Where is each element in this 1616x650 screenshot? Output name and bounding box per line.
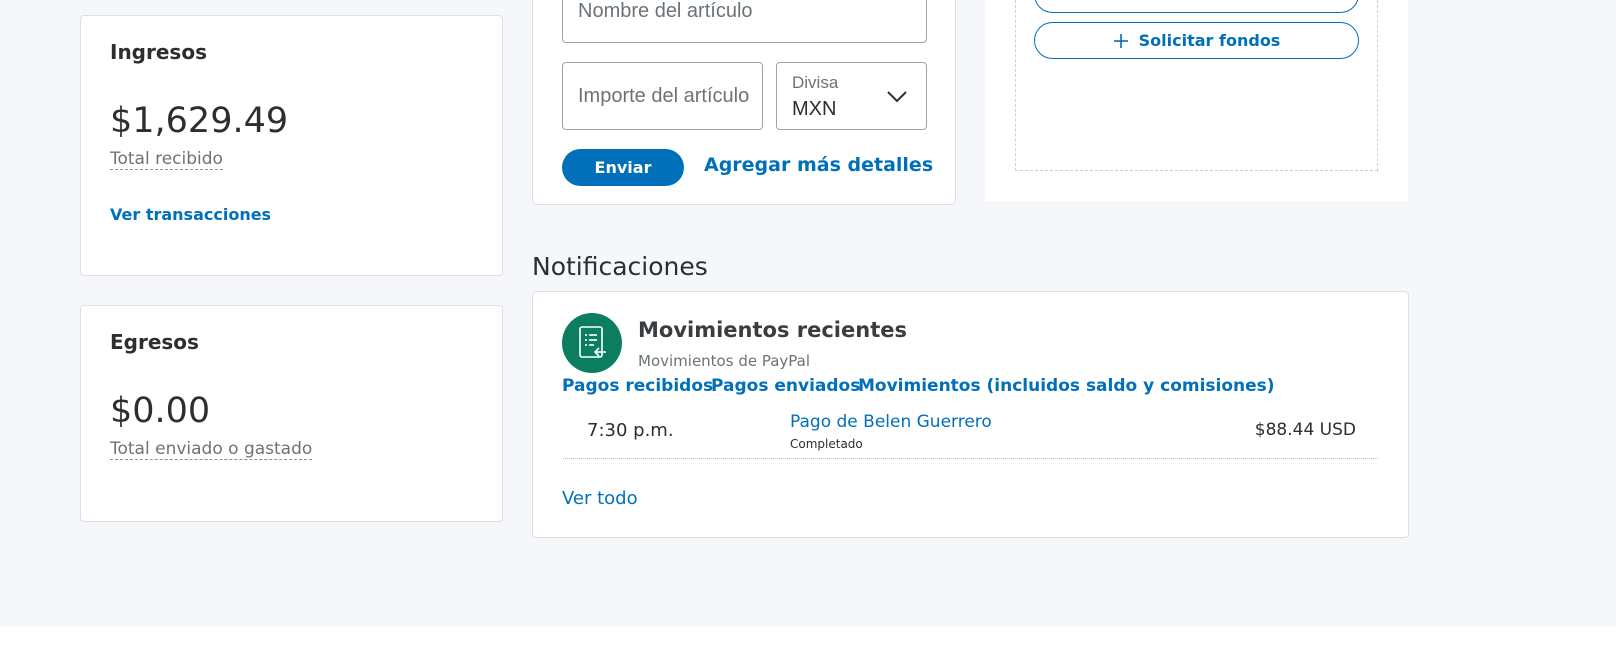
item-name-placeholder: Nombre del artículo	[578, 0, 753, 22]
tab-payments-received[interactable]: Pagos recibidos	[562, 376, 713, 396]
request-form-card: Nombre del artículo Importe del artículo…	[532, 0, 956, 205]
transaction-amount: $88.44 USD	[1254, 420, 1356, 440]
expense-amount: $0.00	[110, 391, 211, 431]
row-divider	[563, 458, 1378, 459]
table-row[interactable]: 7:30 p.m. Pago de Belen Guerrero Complet…	[563, 410, 1378, 460]
item-amount-field[interactable]: Importe del artículo	[562, 62, 763, 130]
tab-payments-sent[interactable]: Pagos enviados	[711, 376, 860, 396]
income-card: Ingresos $1,629.49 Total recibido Ver tr…	[80, 15, 503, 276]
expense-amount-label[interactable]: Total enviado o gastado	[110, 439, 313, 460]
view-all-link[interactable]: Ver todo	[562, 488, 638, 509]
recent-activity-card: Movimientos recientes Movimientos de Pay…	[532, 291, 1409, 538]
notifications-title: Notificaciones	[532, 252, 708, 281]
currency-select[interactable]: Divisa MXN	[776, 62, 927, 130]
send-button[interactable]: Enviar	[562, 149, 684, 186]
expense-card: Egresos $0.00 Total enviado o gastado	[80, 305, 503, 522]
recent-activity-subtitle: Movimientos de PayPal	[638, 352, 811, 370]
plus-icon	[1113, 33, 1128, 48]
request-funds-button[interactable]: Solicitar fondos	[1034, 22, 1359, 59]
income-title: Ingresos	[110, 40, 207, 64]
income-amount-label[interactable]: Total recibido	[110, 149, 223, 170]
request-funds-label: Solicitar fondos	[1138, 31, 1281, 50]
transaction-status: Completado	[790, 437, 863, 451]
item-amount-placeholder: Importe del artículo	[578, 85, 750, 107]
recent-activity-title: Movimientos recientes	[638, 318, 907, 342]
currency-label: Divisa	[792, 73, 839, 92]
activity-list-icon	[562, 313, 622, 373]
add-more-details-link[interactable]: Agregar más detalles	[704, 154, 933, 176]
currency-value: MXN	[792, 98, 837, 120]
view-transactions-link[interactable]: Ver transacciones	[110, 205, 271, 224]
transaction-title-link[interactable]: Pago de Belen Guerrero	[790, 412, 992, 432]
income-amount: $1,629.49	[110, 101, 289, 141]
item-name-field[interactable]: Nombre del artículo	[562, 0, 927, 43]
tab-all-activity[interactable]: Movimientos (incluidos saldo y comisione…	[858, 376, 1275, 396]
send-funds-button-partial[interactable]	[1034, 0, 1359, 13]
expense-title: Egresos	[110, 330, 199, 354]
transaction-time: 7:30 p.m.	[587, 420, 674, 441]
quick-actions-panel: Solicitar fondos	[985, 0, 1408, 201]
chevron-down-icon	[887, 91, 907, 103]
